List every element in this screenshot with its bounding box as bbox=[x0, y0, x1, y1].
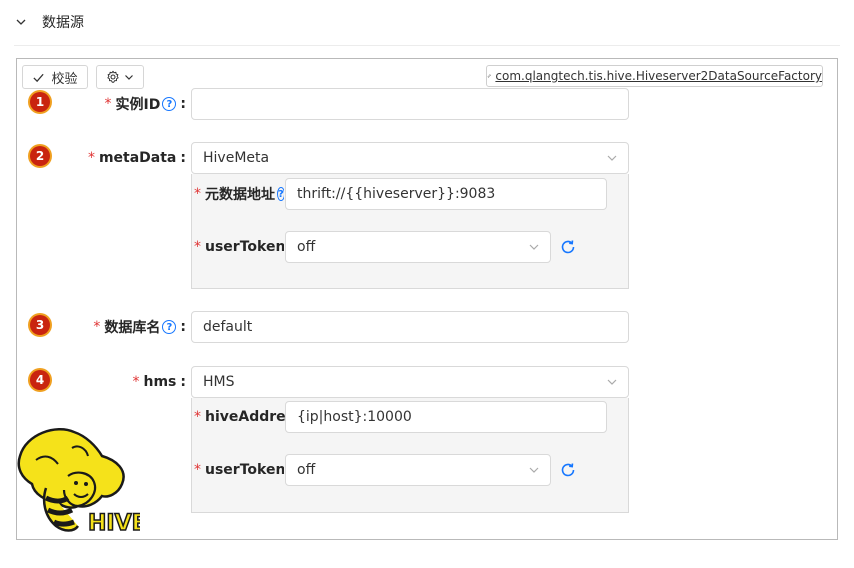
section-divider bbox=[14, 45, 840, 46]
step-badge-3: 3 bbox=[30, 315, 50, 335]
user-token-select[interactable]: off bbox=[285, 454, 551, 486]
hive-address-input[interactable]: {ip|host}:10000 bbox=[285, 401, 607, 433]
hms-select[interactable]: HMS bbox=[191, 366, 629, 398]
step-badge-1: 1 bbox=[30, 92, 50, 112]
verify-button[interactable]: 校验 bbox=[22, 65, 88, 89]
refresh-icon[interactable] bbox=[559, 238, 577, 256]
db-name-input[interactable]: default bbox=[191, 311, 629, 343]
step-badge-2: 2 bbox=[30, 146, 50, 166]
chevron-down-icon[interactable] bbox=[14, 15, 28, 29]
meta-address-input[interactable]: thrift://{{hiveserver}}:9083 bbox=[285, 178, 607, 210]
help-icon[interactable]: ? bbox=[162, 320, 177, 334]
gear-icon bbox=[107, 70, 119, 83]
chevron-down-icon bbox=[529, 244, 539, 250]
metadata-label: * metaData : bbox=[87, 150, 186, 166]
instance-id-label: * 实例ID ? : bbox=[104, 96, 186, 113]
step-badge-4: 4 bbox=[30, 370, 50, 390]
hive-address-label: * hiveAddress bbox=[194, 409, 285, 425]
required-mark: * bbox=[194, 239, 201, 255]
required-mark: * bbox=[104, 96, 112, 112]
metadata-select[interactable]: HiveMeta bbox=[191, 142, 629, 174]
user-token-label: * userToken ? bbox=[194, 454, 284, 486]
user-token-select[interactable]: off bbox=[285, 231, 551, 263]
chevron-down-icon bbox=[125, 75, 133, 80]
hms-label: * hms : bbox=[132, 374, 187, 390]
user-token-label: * userToken ? bbox=[194, 231, 284, 263]
chevron-down-icon bbox=[607, 379, 617, 385]
section-header[interactable]: 数据源 bbox=[14, 10, 84, 34]
link-icon bbox=[487, 74, 491, 78]
help-icon[interactable]: ? bbox=[277, 187, 284, 201]
settings-dropdown-button[interactable] bbox=[96, 65, 144, 89]
check-icon bbox=[33, 73, 45, 82]
factory-class-link[interactable]: com.qlangtech.tis.hive.Hiveserver2DataSo… bbox=[486, 65, 823, 87]
instance-id-input[interactable] bbox=[191, 88, 629, 120]
help-icon[interactable]: ? bbox=[162, 97, 177, 111]
required-mark: * bbox=[194, 409, 201, 425]
db-name-label: * 数据库名 ? : bbox=[93, 319, 186, 336]
hive-logo-text: HIVE bbox=[88, 511, 140, 536]
hive-logo: HIVE bbox=[17, 428, 140, 536]
refresh-icon[interactable] bbox=[559, 461, 577, 479]
verify-button-label: 校验 bbox=[51, 71, 78, 87]
required-mark: * bbox=[87, 150, 95, 166]
required-mark: * bbox=[132, 374, 140, 390]
required-mark: * bbox=[194, 186, 201, 202]
factory-class-text: com.qlangtech.tis.hive.Hiveserver2DataSo… bbox=[495, 69, 822, 83]
chevron-down-icon bbox=[607, 155, 617, 161]
meta-address-label: * 元数据地址 ? bbox=[194, 186, 284, 203]
chevron-down-icon bbox=[529, 467, 539, 473]
required-mark: * bbox=[194, 462, 201, 478]
section-title: 数据源 bbox=[42, 15, 84, 31]
required-mark: * bbox=[93, 319, 101, 335]
